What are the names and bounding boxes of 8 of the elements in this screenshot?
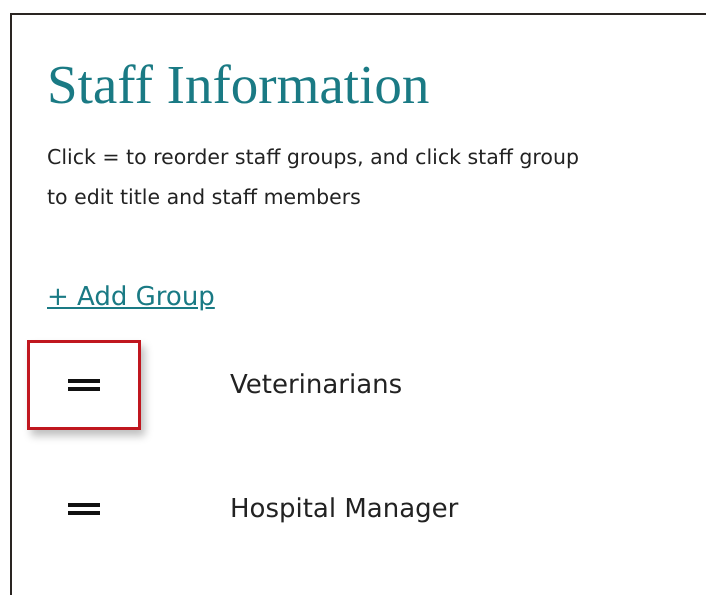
drag-handle-icon [68, 502, 100, 516]
page-title: Staff Information [47, 55, 430, 115]
add-group-link[interactable]: + Add Group [47, 280, 215, 314]
group-name[interactable]: Hospital Manager [230, 494, 458, 524]
instructions-text: Click = to reorder staff groups, and click staff group to edit title and staff members [47, 144, 580, 211]
drag-handle[interactable] [27, 340, 141, 430]
group-name[interactable]: Veterinarians [230, 370, 402, 400]
drag-handle-icon [68, 378, 100, 392]
